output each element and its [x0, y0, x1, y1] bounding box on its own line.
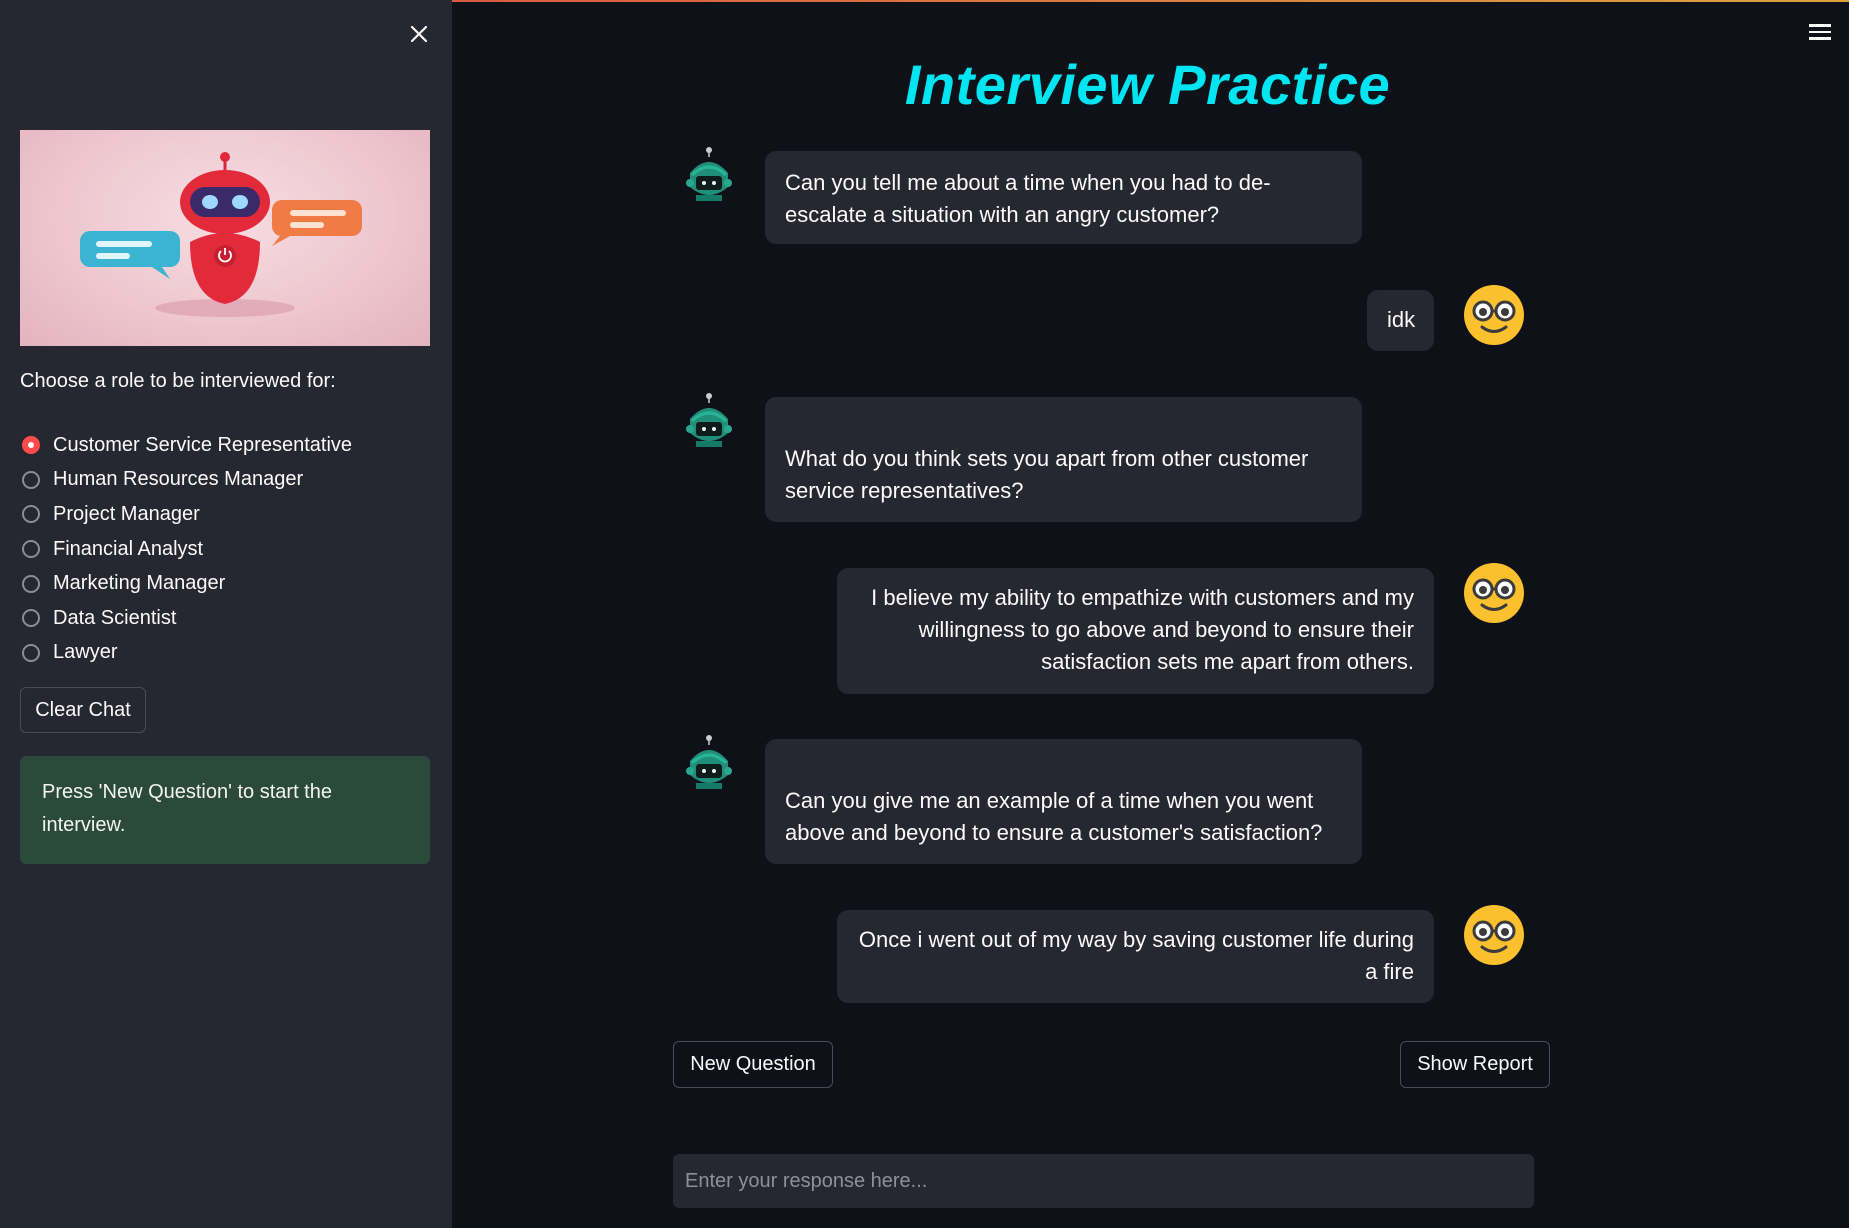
- assistant-message: Can you tell me about a time when you ha…: [765, 151, 1362, 244]
- role-prompt-label: Choose a role to be interviewed for:: [20, 370, 336, 392]
- radio-button[interactable]: [22, 505, 40, 524]
- user-message: Once i went out of my way by saving cust…: [837, 910, 1434, 1003]
- robot-avatar-icon: [678, 145, 740, 207]
- radio-button[interactable]: [22, 470, 40, 489]
- role-option-label: Project Manager: [53, 502, 200, 525]
- close-icon[interactable]: [401, 16, 437, 52]
- nerd-face-emoji-icon: [1463, 562, 1525, 624]
- info-message: Press 'New Question' to start the interv…: [20, 756, 430, 864]
- message-text: Can you tell me about a time when you ha…: [785, 170, 1271, 227]
- role-option[interactable]: Human Resources Manager: [20, 463, 352, 498]
- role-option-label: Marketing Manager: [53, 572, 226, 595]
- role-option[interactable]: Data Scientist: [20, 601, 352, 636]
- role-option-label: Financial Analyst: [53, 537, 204, 560]
- radio-button[interactable]: [22, 643, 40, 662]
- radio-button[interactable]: [22, 436, 40, 455]
- clear-chat-button[interactable]: Clear Chat: [20, 687, 146, 733]
- message-text: Once i went out of my way by saving cust…: [858, 927, 1414, 984]
- message-text: I believe my ability to empathize with c…: [871, 585, 1414, 674]
- response-input[interactable]: [673, 1154, 1534, 1208]
- role-option[interactable]: Lawyer: [20, 636, 352, 671]
- role-option-label: Human Resources Manager: [53, 468, 304, 491]
- chatbot-hero-image: [20, 130, 430, 346]
- message-text: idk: [1387, 307, 1416, 332]
- radio-button[interactable]: [22, 609, 40, 628]
- radio-button[interactable]: [22, 540, 40, 559]
- show-report-button[interactable]: Show Report: [1400, 1041, 1550, 1088]
- assistant-message: What do you think sets you apart from ot…: [765, 397, 1362, 522]
- role-option-label: Lawyer: [53, 641, 118, 664]
- role-option[interactable]: Customer Service Representative: [20, 428, 352, 463]
- role-option[interactable]: Marketing Manager: [20, 566, 352, 601]
- role-radio-group: Customer Service Representative Human Res…: [20, 428, 352, 670]
- user-message: I believe my ability to empathize with c…: [837, 568, 1434, 694]
- robot-avatar-icon: [678, 733, 740, 795]
- page-title: Interview Practice: [904, 53, 1391, 116]
- role-option-label: Data Scientist: [53, 606, 177, 629]
- message-text: What do you think sets you apart from ot…: [785, 446, 1309, 503]
- role-option[interactable]: Project Manager: [20, 497, 352, 532]
- radio-button[interactable]: [22, 574, 40, 593]
- nerd-face-emoji-icon: [1463, 904, 1525, 966]
- nerd-face-emoji-icon: [1463, 284, 1525, 346]
- role-option-label: Customer Service Representative: [53, 433, 353, 456]
- message-text: Can you give me an example of a time whe…: [785, 788, 1323, 845]
- new-question-button[interactable]: New Question: [673, 1041, 833, 1088]
- user-message: idk: [1367, 290, 1434, 351]
- robot-avatar-icon: [678, 391, 740, 453]
- sidebar: Choose a role to be interviewed for: Cus…: [0, 0, 452, 1228]
- role-option[interactable]: Financial Analyst: [20, 532, 352, 567]
- assistant-message: Can you give me an example of a time whe…: [765, 739, 1362, 864]
- hamburger-menu-icon[interactable]: [1805, 20, 1835, 46]
